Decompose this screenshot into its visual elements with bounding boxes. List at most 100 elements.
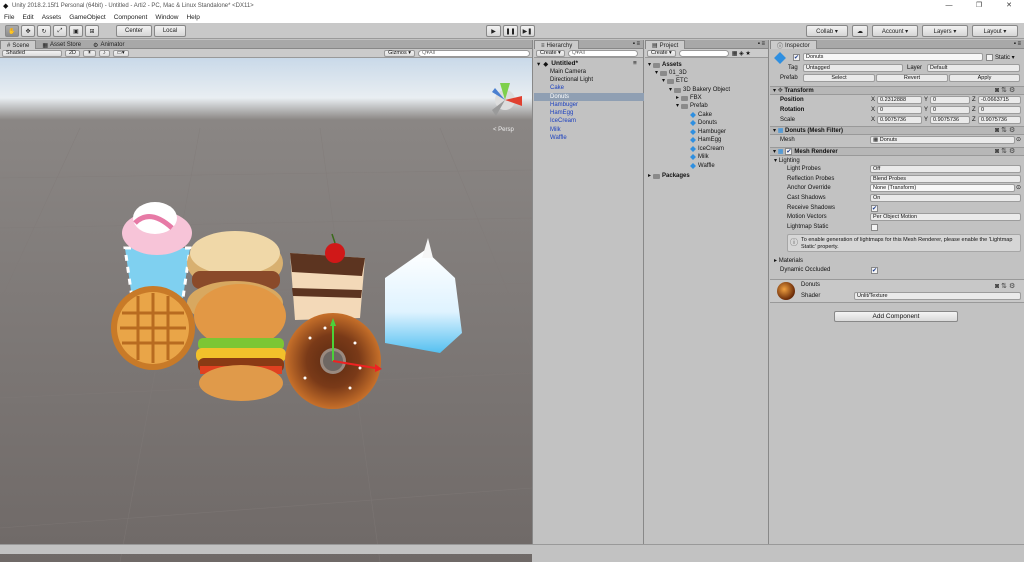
prefab-revert-button[interactable]: Revert (876, 74, 948, 82)
motion-vectors-dropdown[interactable]: Per Object Motion (870, 213, 1021, 221)
lighting-foldout[interactable]: ▾ Lighting (774, 157, 800, 164)
rotation-z-field[interactable]: 0 (978, 106, 1021, 114)
project-prefab-waffle[interactable]: Waffle (690, 162, 715, 170)
collab-dropdown[interactable]: Collab ▾ (806, 25, 848, 37)
pivot-rotation-button[interactable]: Local (154, 25, 186, 37)
waffle-model[interactable] (111, 286, 195, 370)
project-search-input[interactable] (678, 49, 729, 57)
project-folder-fbx[interactable]: ▸ FBX (676, 94, 702, 102)
project-menu-icon[interactable]: ▪ ≡ (758, 41, 765, 47)
hierarchy-item-milk[interactable]: Milk (550, 126, 561, 134)
menu-gameobject[interactable]: GameObject (69, 14, 106, 21)
hierarchy-item-icecream[interactable]: IceCream (550, 117, 576, 125)
project-packages-folder[interactable]: ▸ Packages (648, 172, 690, 180)
tab-animator[interactable]: ⚙ Animator (87, 40, 130, 49)
hierarchy-item-cake[interactable]: Cake (550, 84, 564, 92)
mesh-field[interactable]: ▦ Donuts (870, 136, 1015, 144)
account-dropdown[interactable]: Account ▾ (872, 25, 918, 37)
audio-toggle-icon[interactable]: ♪ (98, 49, 110, 57)
inspector-menu-icon[interactable]: ▪ ≡ (1014, 41, 1021, 47)
hierarchy-item-waffle[interactable]: Waffle (550, 134, 567, 142)
mesh-renderer-header[interactable]: ▾ ▦ ✔ Mesh Renderer (770, 147, 1024, 156)
hierarchy-search-input[interactable]: Q▾All (567, 49, 638, 57)
mesh-renderer-checkbox[interactable]: ✔ (785, 148, 793, 155)
scene-orientation-gizmo[interactable] (492, 83, 522, 116)
position-y-field[interactable]: 0 (930, 96, 970, 104)
active-checkbox[interactable]: ✔ (793, 54, 800, 61)
gizmos-dropdown[interactable]: Gizmos ▾ (384, 49, 415, 57)
menu-edit[interactable]: Edit (22, 14, 33, 21)
object-name-field[interactable]: Donuts (803, 53, 983, 61)
rotation-y-field[interactable]: 0 (930, 106, 970, 114)
anchor-picker-icon[interactable]: ⊙ (1016, 184, 1021, 191)
prefab-select-button[interactable]: Select (803, 74, 875, 82)
play-button[interactable]: ▶ (486, 25, 501, 37)
layout-dropdown[interactable]: Layout ▾ (972, 25, 1018, 37)
effects-dropdown-icon[interactable]: ▭▾ (112, 49, 129, 57)
lightmap-static-checkbox[interactable] (871, 224, 878, 231)
rect-tool-icon[interactable]: ▣ (69, 25, 83, 37)
material-options-icon[interactable]: ◙ ⇅ ⚙ (995, 282, 1015, 290)
close-button[interactable]: ✕ (994, 0, 1024, 12)
scene-viewport[interactable]: < Persp (0, 58, 532, 562)
project-folder-bakery[interactable]: ▾ 3D Bakery Object (669, 86, 730, 94)
menu-file[interactable]: File (4, 14, 14, 21)
lighting-toggle-icon[interactable]: ☀ (83, 49, 96, 57)
icecream-model[interactable] (122, 202, 192, 300)
project-prefab-cake[interactable]: Cake (690, 111, 712, 119)
anchor-override-field[interactable]: None (Transform) (870, 184, 1015, 192)
object-picker-icon[interactable]: ⊙ (1016, 136, 1021, 143)
position-x-field[interactable]: 0.2312888 (877, 96, 922, 104)
hand-tool-icon[interactable]: ✋ (5, 25, 19, 37)
reflection-probes-dropdown[interactable]: Blend Probes (870, 175, 1021, 183)
donut-model[interactable] (285, 313, 382, 409)
hierarchy-menu-icon[interactable]: ▪ ≡ (633, 41, 640, 47)
scale-z-field[interactable]: 0.9075736 (978, 116, 1021, 124)
menu-component[interactable]: Component (114, 14, 148, 21)
tab-asset-store[interactable]: ▦ Asset Store (36, 40, 87, 49)
hierarchy-create-dropdown[interactable]: Create ▾ (536, 49, 565, 57)
materials-foldout[interactable]: ▸ Materials (774, 257, 803, 264)
add-component-button[interactable]: Add Component (834, 311, 958, 322)
tab-hierarchy[interactable]: ≡ Hierarchy (534, 40, 580, 49)
component-help-icon[interactable]: ◙ ⇅ ⚙ (995, 86, 1015, 94)
project-assets-folder[interactable]: ▾ Assets (648, 61, 682, 69)
tag-dropdown[interactable]: Untagged (803, 64, 903, 72)
static-checkbox[interactable] (986, 54, 993, 61)
mesh-renderer-options-icon[interactable]: ◙ ⇅ ⚙ (995, 147, 1015, 155)
layers-dropdown[interactable]: Layers ▾ (922, 25, 968, 37)
tab-project[interactable]: ▤ Project (645, 40, 686, 49)
scale-tool-icon[interactable]: ⤢ (53, 25, 67, 37)
project-create-dropdown[interactable]: Create ▾ (647, 49, 676, 57)
tab-scene[interactable]: # Scene (0, 40, 37, 49)
shader-dropdown[interactable]: Unlit/Texture (854, 292, 1021, 300)
mesh-filter-header[interactable]: ▾ ▦ Donuts (Mesh Filter) (770, 126, 1024, 135)
pause-button[interactable]: ❚❚ (503, 25, 518, 37)
cake-model[interactable] (290, 233, 365, 320)
project-folder-01-3d[interactable]: ▾ 01_3D (655, 69, 687, 77)
persp-label[interactable]: < Persp (493, 127, 515, 133)
tab-inspector[interactable]: ⓘ Inspector (770, 40, 817, 50)
hierarchy-item-donuts[interactable]: Donuts (550, 93, 569, 101)
move-tool-icon[interactable]: ✥ (21, 25, 35, 37)
cloud-icon[interactable]: ☁ (852, 25, 868, 37)
project-folder-prefab[interactable]: ▾ Prefab (676, 102, 708, 110)
project-prefab-donuts[interactable]: Donuts (690, 119, 717, 127)
menu-assets[interactable]: Assets (42, 14, 62, 21)
project-prefab-milk[interactable]: Milk (690, 153, 709, 161)
hierarchy-item-directional-light[interactable]: Directional Light (550, 76, 593, 84)
pivot-center-button[interactable]: Center (116, 25, 152, 37)
hierarchy-item-hamegg[interactable]: HamEgg (550, 109, 573, 117)
shading-dropdown[interactable]: Shaded (2, 49, 62, 57)
menu-window[interactable]: Window (155, 14, 178, 21)
2d-toggle[interactable]: 2D (65, 49, 81, 57)
rotation-x-field[interactable]: 0 (877, 106, 922, 114)
scale-x-field[interactable]: 0.9075736 (877, 116, 922, 124)
light-probes-dropdown[interactable]: Off (870, 165, 1021, 173)
hierarchy-item-hambuger[interactable]: Hambuger (550, 101, 578, 109)
scene-search-input[interactable]: Q▾All (418, 49, 530, 57)
project-folder-etc[interactable]: ▾ ETC (662, 77, 688, 85)
prefab-apply-button[interactable]: Apply (949, 74, 1020, 82)
project-prefab-hambuger[interactable]: Hambuger (690, 128, 726, 136)
hierarchy-item-main-camera[interactable]: Main Camera (550, 68, 586, 76)
